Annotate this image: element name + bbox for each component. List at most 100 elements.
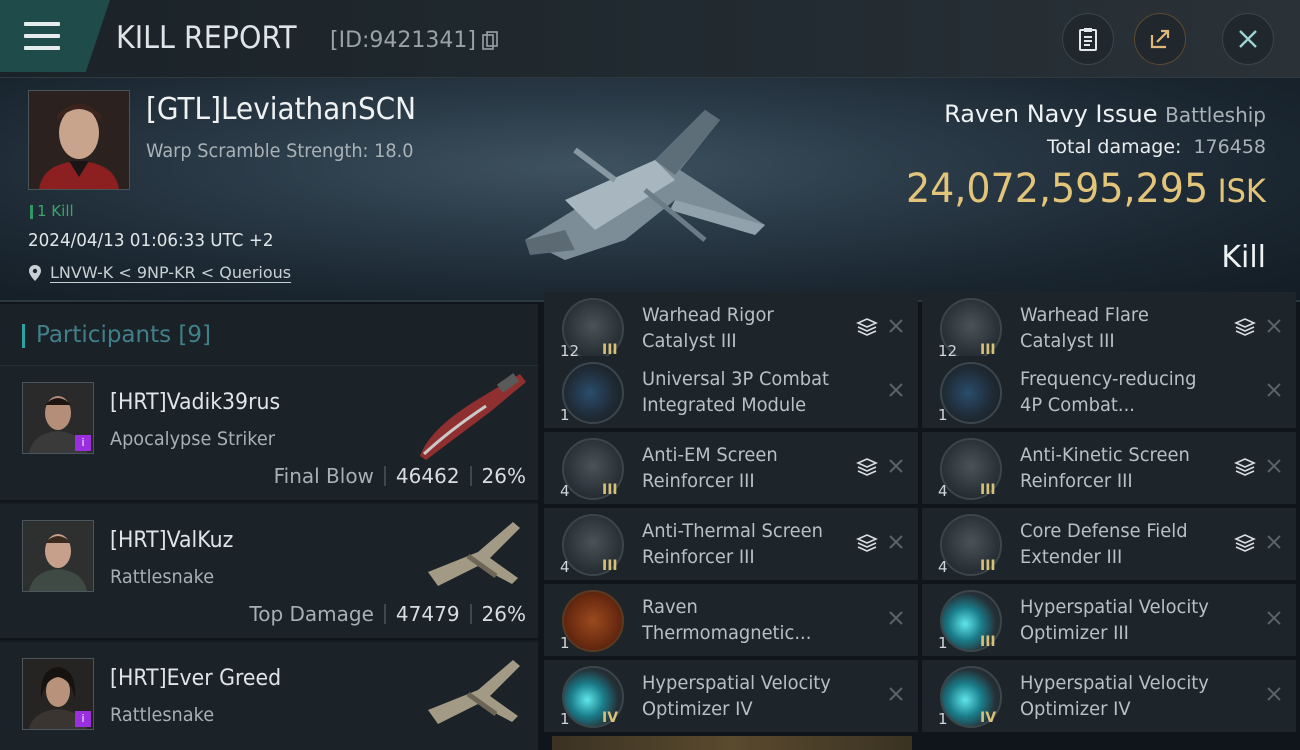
module-tile[interactable]: 4 III Anti-EM Screen Reinforcer III	[544, 432, 918, 504]
result-label: Kill	[1221, 240, 1266, 275]
module-label: Anti-Thermal Screen Reinforcer III	[642, 520, 823, 568]
stack-icon	[1234, 318, 1256, 336]
close-button[interactable]	[1222, 13, 1274, 65]
participant-stats: Top Damage 47479 26%	[249, 602, 526, 626]
module-tier: III	[602, 482, 618, 498]
destroyed-x-icon	[889, 687, 903, 701]
stat-label: Top Damage	[249, 602, 374, 626]
participant-stats: Final Blow 46462 26%	[274, 464, 526, 488]
participant-row[interactable]: [HRT]ValKuz Rattlesnake Top Damage 47479…	[0, 504, 538, 640]
module-tier: III	[980, 634, 996, 650]
participant-name[interactable]: [HRT]ValKuz	[110, 528, 233, 553]
module-label: Hyperspatial Velocity Optimizer III	[1020, 596, 1209, 644]
menu-icon[interactable]	[24, 22, 60, 50]
isk-value: 24,072,595,295 ISK	[906, 166, 1266, 212]
participants-header[interactable]: Participants [9]	[0, 304, 538, 366]
close-icon	[1239, 30, 1257, 48]
participant-ship: Rattlesnake	[110, 566, 215, 588]
participant-name[interactable]: [HRT]Ever Greed	[110, 666, 281, 691]
participant-ship-image	[428, 660, 520, 724]
module-quantity: 4	[560, 482, 570, 500]
participant-ship-image	[420, 373, 526, 460]
menu-tab[interactable]	[0, 0, 110, 72]
warp-scramble: Warp Scramble Strength: 18.0	[146, 140, 414, 162]
destroyed-x-icon	[889, 319, 903, 333]
participant-avatar[interactable]: i	[22, 382, 94, 454]
participant-avatar[interactable]	[22, 520, 94, 592]
location-link[interactable]: LNVW-K < 9NP-KR < Querious	[50, 263, 291, 282]
clipboard-icon	[1079, 28, 1097, 51]
module-quantity: 4	[560, 558, 570, 576]
module-tile[interactable]: 1 IV Hyperspatial Velocity Optimizer IV	[922, 660, 1296, 732]
module-tier: IV	[980, 710, 997, 726]
module-row-partial	[552, 736, 912, 750]
module-label: Warhead Rigor Catalyst III	[642, 304, 774, 352]
share-button[interactable]	[1134, 13, 1186, 65]
participant-row[interactable]: i [HRT]Vadik39rus Apocalypse Striker Fin…	[0, 366, 538, 502]
module-label: Core Defense Field Extender III	[1020, 520, 1188, 568]
module-quantity: 1	[938, 634, 948, 652]
kill-datetime: 2024/04/13 01:06:33 UTC +2	[28, 230, 274, 251]
destroyed-x-icon	[1267, 535, 1281, 549]
module-label: Anti-Kinetic Screen Reinforcer III	[1020, 444, 1190, 492]
participants-title: Participants [9]	[36, 322, 211, 348]
participant-avatar[interactable]: i	[22, 658, 94, 730]
module-label: Frequency-reducing 4P Combat...	[1020, 368, 1197, 416]
module-label: Universal 3P Combat Integrated Module	[642, 368, 830, 416]
module-quantity: 4	[938, 482, 948, 500]
module-tile[interactable]: 1 Raven Thermomagnetic...	[544, 584, 918, 656]
destroyed-x-icon	[1267, 687, 1281, 701]
stack-icon	[856, 458, 878, 476]
module-icon	[940, 362, 1002, 424]
module-tile[interactable]: 1 IV Hyperspatial Velocity Optimizer IV	[544, 660, 918, 732]
module-tile[interactable]: 1 Universal 3P Combat Integrated Module	[544, 356, 918, 428]
location[interactable]: LNVW-K < 9NP-KR < Querious	[28, 263, 291, 282]
module-label: Raven Thermomagnetic...	[642, 596, 812, 644]
page-title: KILL REPORT	[116, 20, 297, 56]
module-quantity: 1	[560, 406, 570, 424]
participant-ship: Apocalypse Striker	[110, 428, 276, 450]
report-id: [ID:9421341]	[330, 28, 476, 53]
module-tile[interactable]: 1 III Hyperspatial Velocity Optimizer III	[922, 584, 1296, 656]
module-icon	[562, 362, 624, 424]
destroyed-x-icon	[889, 459, 903, 473]
module-label: Anti-EM Screen Reinforcer III	[642, 444, 778, 492]
damage-value: 47479	[395, 602, 460, 626]
stack-icon	[856, 318, 878, 336]
top-bar: KILL REPORT [ID:9421341]	[0, 0, 1300, 78]
participant-ship: Rattlesnake	[110, 704, 215, 726]
victim-avatar[interactable]	[28, 90, 130, 190]
portrait-image	[29, 91, 129, 189]
damage-percent: 26%	[481, 602, 526, 626]
module-quantity: 1	[938, 710, 948, 728]
victim-panel: [GTL]LeviathanSCN Warp Scramble Strength…	[0, 78, 1300, 302]
stack-icon	[856, 534, 878, 552]
module-tier: III	[980, 482, 996, 498]
copy-icon[interactable]	[482, 31, 498, 51]
destroyed-x-icon	[1267, 319, 1281, 333]
participants-label: Participants	[36, 322, 172, 348]
module-label: Hyperspatial Velocity Optimizer IV	[642, 672, 831, 720]
ship-name-text: Raven Navy Issue	[944, 100, 1158, 128]
module-tile[interactable]: 12 III Warhead Rigor Catalyst III	[544, 292, 918, 364]
module-tier: III	[980, 558, 996, 574]
participant-name[interactable]: [HRT]Vadik39rus	[110, 390, 280, 415]
clipboard-button[interactable]	[1062, 13, 1114, 65]
info-badge-icon: i	[75, 711, 91, 727]
module-tile[interactable]: 4 III Anti-Kinetic Screen Reinforcer III	[922, 432, 1296, 504]
ship-class: Battleship	[1165, 103, 1266, 127]
module-quantity: 1	[560, 710, 570, 728]
module-icon	[562, 590, 624, 652]
destroyed-x-icon	[1267, 459, 1281, 473]
module-tile[interactable]: 1 Frequency-reducing 4P Combat...	[922, 356, 1296, 428]
module-tile[interactable]: 4 III Anti-Thermal Screen Reinforcer III	[544, 508, 918, 580]
participants-count: [9]	[178, 322, 212, 348]
module-tile[interactable]: 12 III Warhead Flare Catalyst III	[922, 292, 1296, 364]
victim-name[interactable]: [GTL]LeviathanSCN	[146, 92, 416, 127]
ship-name[interactable]: Raven Navy Issue Battleship	[944, 100, 1266, 128]
kill-count: 1 Kill	[30, 202, 74, 220]
destroyed-x-icon	[889, 383, 903, 397]
module-tile[interactable]: 4 III Core Defense Field Extender III	[922, 508, 1296, 580]
participant-row[interactable]: i [HRT]Ever Greed Rattlesnake	[0, 642, 538, 750]
kill-count-text: 1 Kill	[37, 202, 74, 220]
